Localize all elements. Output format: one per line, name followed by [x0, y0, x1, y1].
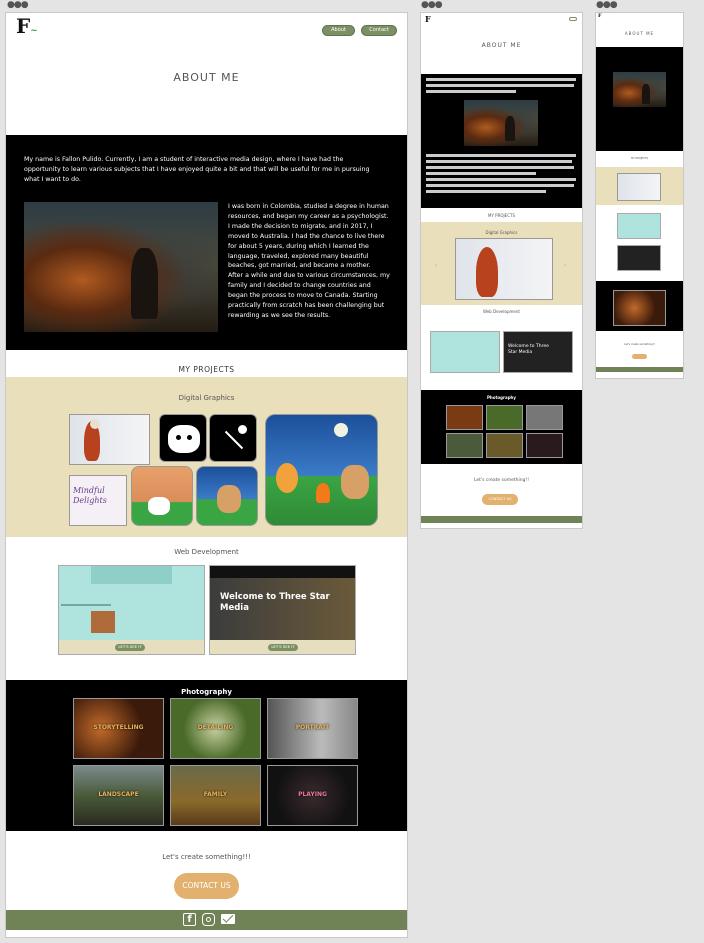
menu-icon[interactable] — [569, 17, 577, 21]
about-photo — [464, 100, 538, 146]
web-project-card-1[interactable] — [430, 331, 500, 373]
carousel-next-icon[interactable]: › — [564, 262, 566, 269]
frame-menu-dots[interactable]: ●●● — [421, 1, 443, 10]
about-photo — [24, 202, 218, 332]
web-project-card-1[interactable] — [617, 213, 661, 239]
logo[interactable]: F~ — [16, 14, 38, 38]
lets-see-it-button[interactable]: LET'S SEE IT — [115, 644, 145, 651]
about-section: My name is Fallon Pulido. Currently, I a… — [6, 135, 407, 350]
page-title: ABOUT ME — [624, 31, 655, 36]
photo-tile-storytelling[interactable] — [613, 290, 666, 326]
cta-text: Let's create something!! — [473, 478, 530, 483]
contact-us-button[interactable]: CONTACT US — [174, 873, 239, 899]
photography-section: Photography STORYTELLING DETAILING PORTR… — [6, 680, 407, 831]
digital-graphics-title: Digital Graphics — [485, 230, 518, 235]
photography-title: Photography — [486, 395, 517, 400]
logo[interactable]: F — [598, 13, 602, 19]
cta-text: Let's create something!! — [624, 343, 655, 346]
photo-tile-portrait[interactable]: PORTRAIT — [267, 698, 358, 759]
photo-tile-landscape[interactable]: LANDSCAPE — [73, 765, 164, 826]
photography-title: Photography — [181, 688, 232, 696]
digital-graphics-section: Digital Graphics Mindful Delights — [6, 377, 407, 537]
lets-see-it-button[interactable]: LET'S SEE IT — [268, 644, 298, 651]
photo-tile-playing[interactable]: PLAYING — [267, 765, 358, 826]
web-project-card-2[interactable]: Welcome to Three Star Media LET'S SEE IT — [209, 565, 356, 655]
dg-mindful-delights-image[interactable]: Mindful Delights — [69, 475, 127, 526]
digital-graphics-section — [596, 167, 683, 205]
about-intro: My name is Fallon Pulido. Currently, I a… — [24, 156, 370, 183]
photo-tile-detailing[interactable]: DETAILING — [170, 698, 261, 759]
photo-tile-family[interactable]: FAMILY — [170, 765, 261, 826]
contact-us-button[interactable] — [632, 354, 647, 359]
photo-tile-storytelling[interactable] — [446, 405, 483, 430]
digital-graphics-section: Digital Graphics ‹ › — [421, 222, 582, 305]
digital-graphics-title: Digital Graphics — [178, 394, 235, 402]
dg-character-image[interactable] — [131, 466, 193, 526]
page-title: ABOUT ME — [173, 71, 240, 84]
dg-marshmallow-icon-image[interactable] — [209, 414, 257, 462]
desktop-frame: F~ About Contact ABOUT ME My name is Fal… — [5, 12, 408, 938]
carousel-prev-icon[interactable]: ‹ — [435, 262, 437, 269]
dg-camping-small-image[interactable] — [196, 466, 258, 526]
projects-heading: MY PROJECTS — [631, 157, 648, 160]
about-button[interactable]: About — [322, 25, 355, 36]
web-development-title: Web Development — [483, 309, 520, 314]
facebook-icon[interactable]: f — [183, 913, 196, 926]
photo-tile-portrait[interactable] — [526, 405, 563, 430]
page-title: ABOUT ME — [481, 42, 522, 49]
photo-tile-playing[interactable] — [526, 433, 563, 458]
mail-icon[interactable] — [221, 911, 235, 924]
web-project-card-2[interactable]: Welcome to Three Star Media — [503, 331, 573, 373]
projects-heading: MY PROJECTS — [488, 213, 515, 218]
web-development-title: Web Development — [174, 548, 239, 556]
frame-menu-dots[interactable]: ●●● — [7, 1, 29, 10]
photo-tile-storytelling[interactable]: STORYTELLING — [73, 698, 164, 759]
logo[interactable]: F — [425, 14, 431, 24]
footer — [421, 516, 582, 523]
dg-camping-image[interactable] — [265, 414, 378, 526]
cta-text: Let's create something!!! — [162, 853, 251, 861]
photo-tile-family[interactable] — [486, 433, 523, 458]
contact-button[interactable]: Contact — [361, 25, 397, 36]
photography-section: Photography — [421, 390, 582, 464]
photo-tile-detailing[interactable] — [486, 405, 523, 430]
projects-heading: MY PROJECTS — [178, 365, 235, 374]
footer: f — [6, 910, 407, 930]
dg-parrot-image[interactable] — [455, 238, 553, 300]
mobile-frame: F ABOUT ME MY PROJECTS Let's create some… — [595, 12, 684, 379]
dg-parrot-image[interactable] — [69, 414, 150, 465]
web-project-card-1[interactable]: LET'S SEE IT — [58, 565, 205, 655]
tablet-frame: F ABOUT ME MY PROJECTS Digital Graphics … — [420, 12, 583, 529]
instagram-icon[interactable] — [202, 913, 215, 926]
frame-menu-dots[interactable]: ●●● — [596, 1, 618, 10]
about-section — [421, 74, 582, 208]
photo-tile-landscape[interactable] — [446, 433, 483, 458]
photography-section — [596, 281, 683, 331]
about-photo — [613, 72, 666, 107]
about-section — [596, 47, 683, 151]
footer — [596, 367, 683, 372]
dg-cow-icon-image[interactable] — [159, 414, 207, 462]
about-story: I was born in Colombia, studied a degree… — [228, 203, 390, 319]
web-project-card-2[interactable] — [617, 245, 661, 271]
dg-parrot-image[interactable] — [617, 173, 661, 201]
contact-us-button[interactable]: CONTACT US — [482, 494, 518, 505]
